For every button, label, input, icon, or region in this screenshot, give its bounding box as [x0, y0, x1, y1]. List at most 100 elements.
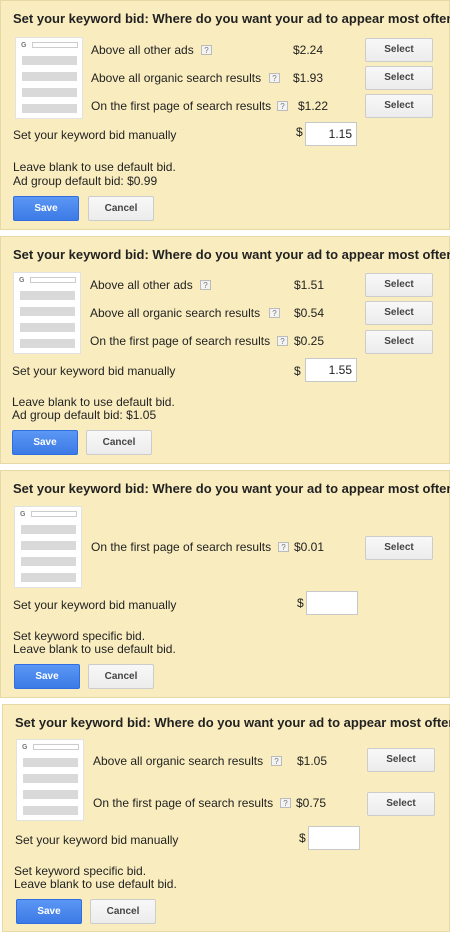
note-line: Leave blank to use default bid.: [13, 642, 176, 656]
note-line: Ad group default bid: $1.05: [12, 408, 157, 422]
option-label: Above all organic search results: [90, 306, 261, 320]
result-line: [20, 339, 75, 348]
option-label: On the first page of search results: [91, 540, 272, 554]
result-line: [22, 104, 77, 113]
ad-preview-thumbnail: G: [14, 506, 82, 588]
manual-bid-label: Set your keyword bid manually: [13, 128, 177, 142]
option-price: $1.51: [294, 278, 325, 292]
select-button[interactable]: Select: [365, 273, 433, 297]
option-label: On the first page of search results: [91, 99, 272, 113]
cancel-button[interactable]: Cancel: [86, 430, 152, 455]
select-button[interactable]: Select: [365, 301, 433, 325]
google-logo-icon: G: [21, 42, 27, 49]
cancel-button[interactable]: Cancel: [90, 899, 156, 924]
option-price: $0.25: [294, 334, 325, 348]
result-line: [21, 557, 76, 566]
bid-input[interactable]: [308, 826, 360, 850]
option-label: On the first page of search results: [93, 796, 274, 810]
option-price: $0.75: [296, 796, 327, 810]
option-label: Above all organic search results: [93, 754, 264, 768]
help-question-icon[interactable]: ?: [271, 756, 282, 766]
select-button[interactable]: Select: [367, 748, 435, 772]
google-logo-icon: G: [20, 511, 26, 518]
currency-symbol: $: [297, 596, 304, 610]
note-line: Leave blank to use default bid.: [13, 160, 176, 174]
bid-panel-2: Set your keyword bid: Where do you want …: [0, 236, 450, 464]
save-button[interactable]: Save: [14, 664, 80, 689]
save-button[interactable]: Save: [12, 430, 78, 455]
help-question-icon[interactable]: ?: [280, 798, 291, 808]
manual-bid-label: Set your keyword bid manually: [15, 833, 179, 847]
select-button[interactable]: Select: [365, 536, 433, 560]
currency-symbol: $: [299, 831, 306, 845]
select-button[interactable]: Select: [367, 792, 435, 816]
help-question-icon[interactable]: ?: [269, 308, 280, 318]
select-button[interactable]: Select: [365, 94, 433, 118]
google-logo-icon: G: [22, 744, 28, 751]
search-bar-icon: [33, 744, 79, 750]
option-label: Above all other ads: [90, 278, 193, 292]
help-question-icon[interactable]: ?: [201, 45, 212, 55]
select-button[interactable]: Select: [365, 66, 433, 90]
option-label: Above all other ads: [91, 43, 194, 57]
search-bar-icon: [32, 42, 78, 48]
select-button[interactable]: Select: [365, 330, 433, 354]
save-button[interactable]: Save: [13, 196, 79, 221]
result-line: [23, 806, 78, 815]
ad-preview-thumbnail: G: [16, 739, 84, 821]
option-price: $0.54: [294, 306, 325, 320]
google-logo-icon: G: [19, 277, 25, 284]
bid-panel-4: Set your keyword bid: Where do you want …: [2, 704, 450, 932]
bid-panel-3: Set your keyword bid: Where do you want …: [0, 470, 450, 698]
result-line: [21, 573, 76, 582]
option-price: $0.01: [294, 540, 325, 554]
select-button[interactable]: Select: [365, 38, 433, 62]
currency-symbol: $: [296, 125, 303, 139]
help-question-icon[interactable]: ?: [277, 101, 288, 111]
note-line: Leave blank to use default bid.: [14, 877, 177, 891]
manual-bid-label: Set your keyword bid manually: [13, 598, 177, 612]
result-line: [20, 291, 75, 300]
bid-panel-1: Set your keyword bid: Where do you want …: [0, 0, 450, 230]
search-bar-icon: [31, 511, 77, 517]
ad-preview-thumbnail: G: [15, 37, 83, 119]
help-question-icon[interactable]: ?: [277, 336, 288, 346]
panel-title: Set your keyword bid: Where do you want …: [13, 247, 450, 262]
help-question-icon[interactable]: ?: [269, 73, 280, 83]
help-question-icon[interactable]: ?: [200, 280, 211, 290]
result-line: [22, 72, 77, 81]
bid-input[interactable]: 1.55: [305, 358, 357, 382]
panel-title: Set your keyword bid: Where do you want …: [13, 11, 450, 26]
result-line: [20, 323, 75, 332]
result-line: [20, 307, 75, 316]
save-button[interactable]: Save: [16, 899, 82, 924]
cancel-button[interactable]: Cancel: [88, 664, 154, 689]
option-price: $1.93: [293, 71, 324, 85]
note-line: Leave blank to use default bid.: [12, 395, 175, 409]
result-line: [22, 56, 77, 65]
bid-input[interactable]: [306, 591, 358, 615]
manual-bid-label: Set your keyword bid manually: [12, 364, 176, 378]
note-line: Set keyword specific bid.: [13, 629, 146, 643]
option-price: $2.24: [293, 43, 324, 57]
ad-preview-thumbnail: G: [13, 272, 81, 354]
help-question-icon[interactable]: ?: [278, 542, 289, 552]
option-label: Above all organic search results: [91, 71, 262, 85]
panel-title: Set your keyword bid: Where do you want …: [13, 481, 450, 496]
panel-title: Set your keyword bid: Where do you want …: [15, 715, 450, 730]
result-line: [21, 525, 76, 534]
note-line: Ad group default bid: $0.99: [13, 174, 158, 188]
option-price: $1.05: [297, 754, 328, 768]
result-line: [23, 774, 78, 783]
bid-input[interactable]: 1.15: [305, 122, 357, 146]
note-line: Set keyword specific bid.: [14, 864, 147, 878]
cancel-button[interactable]: Cancel: [88, 196, 154, 221]
result-line: [23, 790, 78, 799]
result-line: [21, 541, 76, 550]
option-label: On the first page of search results: [90, 334, 271, 348]
result-line: [23, 758, 78, 767]
option-price: $1.22: [298, 99, 329, 113]
result-line: [22, 88, 77, 97]
search-bar-icon: [30, 277, 76, 283]
currency-symbol: $: [294, 364, 301, 378]
